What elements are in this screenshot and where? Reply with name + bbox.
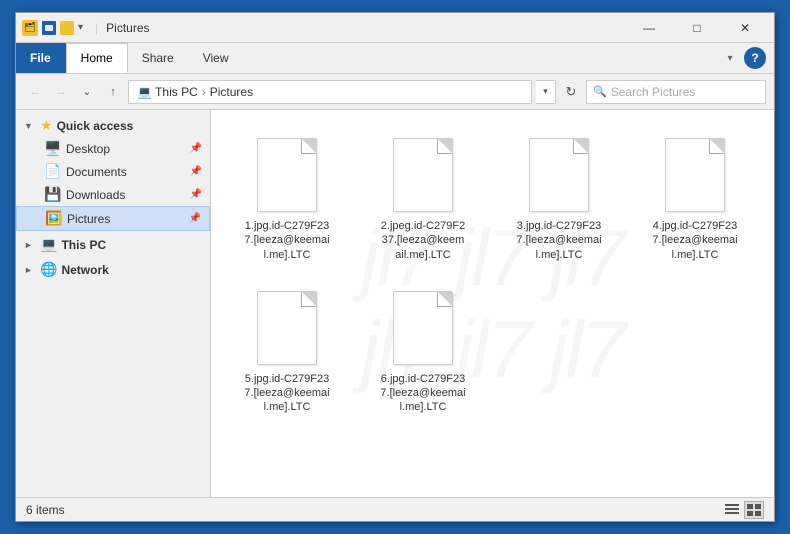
path-sep1: › xyxy=(202,85,206,99)
sidebar-quick-access-header[interactable]: ▼ ★ Quick access xyxy=(16,114,210,137)
ribbon-tabs: File Home Share View ▾ ? xyxy=(16,43,774,73)
sidebar-item-downloads[interactable]: 💾 Downloads 📌 xyxy=(16,183,210,206)
file-page-6 xyxy=(393,291,453,365)
address-path[interactable]: 💻 This PC › Pictures xyxy=(128,80,532,104)
tab-share[interactable]: Share xyxy=(128,43,189,73)
quick-access-icon2[interactable] xyxy=(60,21,74,35)
file-page-1 xyxy=(257,138,317,212)
search-icon: 🔍 xyxy=(593,85,607,98)
sidebar-section-network: ► 🌐 Network xyxy=(16,258,210,281)
file-label-6: 6.jpg.id-C279F237.[leeza@keemail.me].LTC xyxy=(380,372,465,415)
files-grid: 1.jpg.id-C279F237.[leeza@keemail.me].LTC… xyxy=(227,126,758,424)
chevron-down-icon: ▼ xyxy=(24,121,36,131)
address-dropdown-btn[interactable]: ▾ xyxy=(536,80,556,104)
close-button[interactable]: ✕ xyxy=(722,13,768,43)
tab-file[interactable]: File xyxy=(16,43,66,73)
file-label-4: 4.jpg.id-C279F237.[leeza@keemail.me].LTC xyxy=(652,219,737,262)
file-icon-6 xyxy=(387,288,459,368)
sidebar-section-this-pc: ► 💻 This PC xyxy=(16,233,210,256)
chevron-right-icon2: ► xyxy=(24,265,36,275)
sidebar-network-header[interactable]: ► 🌐 Network xyxy=(16,258,210,281)
search-box[interactable]: 🔍 Search Pictures xyxy=(586,80,766,104)
list-item[interactable]: 2.jpeg.id-C279F237.[leeza@keemail.me].LT… xyxy=(363,126,483,271)
sidebar-item-documents[interactable]: 📄 Documents 📌 xyxy=(16,160,210,183)
search-placeholder: Search Pictures xyxy=(611,85,696,99)
path-pictures: Pictures xyxy=(210,85,253,99)
list-view-button[interactable] xyxy=(722,501,742,519)
quick-access-dropdown[interactable]: ▾ xyxy=(78,22,83,33)
tab-view[interactable]: View xyxy=(189,43,244,73)
view-toggles xyxy=(722,501,764,519)
sidebar-documents-label: Documents xyxy=(66,165,184,179)
ribbon: File Home Share View ▾ ? xyxy=(16,43,774,74)
sidebar-section-quick-access: ▼ ★ Quick access 🖥️ Desktop 📌 📄 Document… xyxy=(16,114,210,231)
file-page-2 xyxy=(393,138,453,212)
tab-home[interactable]: Home xyxy=(66,43,128,73)
window-title: Pictures xyxy=(106,21,626,35)
help-button[interactable]: ? xyxy=(744,47,766,69)
file-icon-4 xyxy=(659,135,731,215)
quick-access-star-icon: ★ xyxy=(40,117,53,134)
pictures-icon: 🖼️ xyxy=(45,210,61,227)
sidebar: ▼ ★ Quick access 🖥️ Desktop 📌 📄 Document… xyxy=(16,110,211,497)
address-bar: ← → ⌄ ↑ 💻 This PC › Pictures ▾ ↻ 🔍 Searc… xyxy=(16,74,774,110)
this-pc-label: This PC xyxy=(61,238,106,252)
file-area: jl7 jl7 jl7jl7 jl7 jl7 1.jpg.id-C279F237… xyxy=(211,110,774,497)
pin-icon-docs: 📌 xyxy=(190,166,202,177)
file-label-3: 3.jpg.id-C279F237.[leeza@keemail.me].LTC xyxy=(516,219,601,262)
ribbon-expand-btn[interactable]: ▾ xyxy=(720,48,740,68)
file-icon-5 xyxy=(251,288,323,368)
pin-icon-dl: 📌 xyxy=(190,189,202,200)
back-button[interactable]: ← xyxy=(24,81,46,103)
file-page-4 xyxy=(665,138,725,212)
sidebar-item-desktop[interactable]: 🖥️ Desktop 📌 xyxy=(16,137,210,160)
list-item[interactable]: 3.jpg.id-C279F237.[leeza@keemail.me].LTC xyxy=(499,126,619,271)
file-page-5 xyxy=(257,291,317,365)
list-item[interactable]: 1.jpg.id-C279F237.[leeza@keemail.me].LTC xyxy=(227,126,347,271)
minimize-button[interactable]: — xyxy=(626,13,672,43)
sidebar-item-pictures[interactable]: 🖼️ Pictures 📌 xyxy=(16,206,210,231)
file-icon-1 xyxy=(251,135,323,215)
list-item[interactable]: 5.jpg.id-C279F237.[leeza@keemail.me].LTC xyxy=(227,279,347,424)
pin-icon-pics: 📌 xyxy=(189,213,201,224)
quick-access-toolbar: 🗂 ▾ xyxy=(22,20,83,36)
desktop-icon: 🖥️ xyxy=(44,140,60,157)
sidebar-desktop-label: Desktop xyxy=(66,142,184,156)
title-bar: 🗂 ▾ | Pictures — □ ✕ xyxy=(16,13,774,43)
sidebar-downloads-label: Downloads xyxy=(66,188,184,202)
maximize-button[interactable]: □ xyxy=(674,13,720,43)
dropdown-nav-button[interactable]: ⌄ xyxy=(76,81,98,103)
main-content: ▼ ★ Quick access 🖥️ Desktop 📌 📄 Document… xyxy=(16,110,774,497)
documents-icon: 📄 xyxy=(44,163,60,180)
file-explorer-window: 🗂 ▾ | Pictures — □ ✕ File Home Share Vie… xyxy=(15,12,775,522)
window-controls: — □ ✕ xyxy=(626,13,768,43)
quick-access-icon1[interactable] xyxy=(42,21,56,35)
path-this-pc: 💻 This PC xyxy=(137,85,198,99)
file-page-3 xyxy=(529,138,589,212)
refresh-button[interactable]: ↻ xyxy=(560,81,582,103)
file-icon-2 xyxy=(387,135,459,215)
network-label: Network xyxy=(61,263,108,277)
quick-access-label: Quick access xyxy=(57,119,134,133)
pin-icon: 📌 xyxy=(190,143,202,154)
status-count: 6 items xyxy=(26,503,722,517)
grid-view-button[interactable] xyxy=(744,501,764,519)
list-item[interactable]: 6.jpg.id-C279F237.[leeza@keemail.me].LTC xyxy=(363,279,483,424)
forward-button[interactable]: → xyxy=(50,81,72,103)
file-icon-3 xyxy=(523,135,595,215)
status-bar: 6 items xyxy=(16,497,774,521)
window-icon: 🗂 xyxy=(22,20,38,36)
up-button[interactable]: ↑ xyxy=(102,81,124,103)
file-label-1: 1.jpg.id-C279F237.[leeza@keemail.me].LTC xyxy=(244,219,329,262)
downloads-icon: 💾 xyxy=(44,186,60,203)
file-label-5: 5.jpg.id-C279F237.[leeza@keemail.me].LTC xyxy=(244,372,329,415)
chevron-right-icon: ► xyxy=(24,240,36,250)
ribbon-expand-area: ▾ ? xyxy=(712,43,774,73)
sidebar-this-pc-header[interactable]: ► 💻 This PC xyxy=(16,233,210,256)
sidebar-pictures-label: Pictures xyxy=(67,212,183,226)
file-label-2: 2.jpeg.id-C279F237.[leeza@keemail.me].LT… xyxy=(381,219,465,262)
list-item[interactable]: 4.jpg.id-C279F237.[leeza@keemail.me].LTC xyxy=(635,126,755,271)
network-icon: 🌐 xyxy=(40,261,57,278)
this-pc-icon: 💻 xyxy=(40,236,57,253)
